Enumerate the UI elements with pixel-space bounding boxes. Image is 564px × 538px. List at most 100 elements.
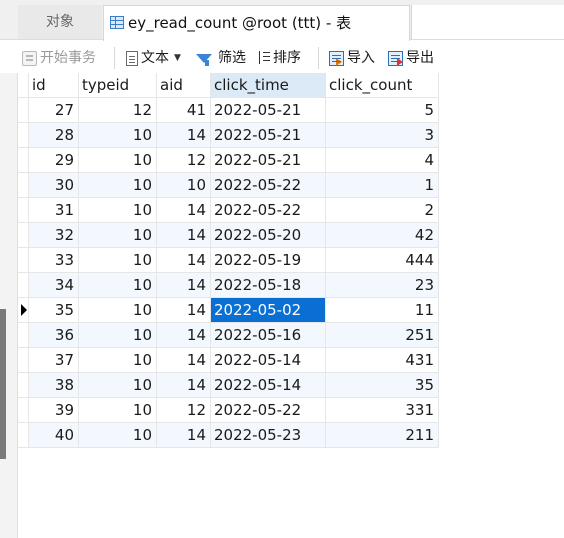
caret-down-icon[interactable]: ▼ — [174, 48, 181, 68]
table-row[interactable]: 38 10 14 2022-05-14 35 — [18, 373, 439, 398]
cell-id[interactable]: 27 — [29, 98, 79, 123]
row-indicator[interactable] — [18, 323, 29, 348]
cell-id[interactable]: 31 — [29, 198, 79, 223]
cell-id[interactable]: 30 — [29, 173, 79, 198]
cell-click-count[interactable]: 1 — [326, 173, 439, 198]
cell-id[interactable]: 35 — [29, 298, 79, 323]
cell-id[interactable]: 39 — [29, 398, 79, 423]
cell-click-count[interactable]: 211 — [326, 423, 439, 448]
current-row-arrow-icon[interactable] — [18, 298, 29, 323]
cell-click-count[interactable]: 4 — [326, 148, 439, 173]
row-indicator[interactable] — [18, 273, 29, 298]
row-indicator[interactable] — [18, 248, 29, 273]
cell-id[interactable]: 33 — [29, 248, 79, 273]
begin-transaction-button[interactable]: 开始事务 — [22, 48, 96, 68]
table-row[interactable]: 40 10 14 2022-05-23 211 — [18, 423, 439, 448]
text-button[interactable]: 文本 ▼ — [126, 48, 181, 68]
cell-aid[interactable]: 14 — [157, 198, 211, 223]
column-header-click-time[interactable]: click_time — [211, 73, 326, 98]
row-indicator[interactable] — [18, 348, 29, 373]
cell-aid[interactable]: 14 — [157, 348, 211, 373]
table-row[interactable]: 39 10 12 2022-05-22 331 — [18, 398, 439, 423]
cell-aid[interactable]: 12 — [157, 398, 211, 423]
cell-click-count[interactable]: 431 — [326, 348, 439, 373]
cell-id[interactable]: 29 — [29, 148, 79, 173]
table-row[interactable]: 30 10 10 2022-05-22 1 — [18, 173, 439, 198]
tab-objects[interactable]: 对象 — [18, 5, 102, 39]
cell-click-count[interactable]: 444 — [326, 248, 439, 273]
cell-typeid[interactable]: 10 — [79, 248, 157, 273]
cell-typeid[interactable]: 10 — [79, 348, 157, 373]
cell-id[interactable]: 32 — [29, 223, 79, 248]
cell-typeid[interactable]: 10 — [79, 198, 157, 223]
cell-click-count[interactable]: 11 — [326, 298, 439, 323]
table-row[interactable]: 31 10 14 2022-05-22 2 — [18, 198, 439, 223]
cell-typeid[interactable]: 10 — [79, 298, 157, 323]
cell-aid[interactable]: 41 — [157, 98, 211, 123]
cell-typeid[interactable]: 10 — [79, 223, 157, 248]
cell-typeid[interactable]: 10 — [79, 398, 157, 423]
filter-button[interactable]: 筛选 — [196, 48, 246, 68]
column-header-click-count[interactable]: click_count — [326, 73, 439, 98]
cell-aid[interactable]: 14 — [157, 248, 211, 273]
row-indicator[interactable] — [18, 123, 29, 148]
cell-click-time[interactable]: 2022-05-22 — [211, 198, 326, 223]
cell-aid[interactable]: 12 — [157, 148, 211, 173]
table-row[interactable]: 27 12 41 2022-05-21 5 — [18, 98, 439, 123]
cell-typeid[interactable]: 10 — [79, 173, 157, 198]
cell-click-count[interactable]: 35 — [326, 373, 439, 398]
cell-aid[interactable]: 14 — [157, 223, 211, 248]
row-indicator[interactable] — [18, 148, 29, 173]
tab-table-ey-read-count[interactable]: ey_read_count @root (ttt) - 表 — [103, 5, 410, 41]
table-row[interactable]: 33 10 14 2022-05-19 444 — [18, 248, 439, 273]
cell-click-time[interactable]: 2022-05-21 — [211, 123, 326, 148]
cell-click-count[interactable]: 251 — [326, 323, 439, 348]
cell-aid[interactable]: 14 — [157, 373, 211, 398]
cell-id[interactable]: 28 — [29, 123, 79, 148]
cell-aid[interactable]: 10 — [157, 173, 211, 198]
cell-click-count[interactable]: 331 — [326, 398, 439, 423]
cell-click-time[interactable]: 2022-05-14 — [211, 373, 326, 398]
cell-typeid[interactable]: 10 — [79, 423, 157, 448]
cell-click-time[interactable]: 2022-05-02 — [211, 298, 326, 323]
cell-typeid[interactable]: 10 — [79, 123, 157, 148]
row-indicator[interactable] — [18, 173, 29, 198]
cell-typeid[interactable]: 12 — [79, 98, 157, 123]
column-header-typeid[interactable]: typeid — [79, 73, 157, 98]
cell-typeid[interactable]: 10 — [79, 323, 157, 348]
row-indicator[interactable] — [18, 373, 29, 398]
cell-aid[interactable]: 14 — [157, 423, 211, 448]
table-row[interactable]: 32 10 14 2022-05-20 42 — [18, 223, 439, 248]
row-indicator[interactable] — [18, 398, 29, 423]
export-button[interactable]: 导出 — [388, 48, 434, 68]
cell-click-time[interactable]: 2022-05-21 — [211, 98, 326, 123]
cell-aid[interactable]: 14 — [157, 123, 211, 148]
cell-click-time[interactable]: 2022-05-14 — [211, 348, 326, 373]
cell-click-time[interactable]: 2022-05-23 — [211, 423, 326, 448]
cell-click-time[interactable]: 2022-05-20 — [211, 223, 326, 248]
row-indicator[interactable] — [18, 98, 29, 123]
cell-click-count[interactable]: 5 — [326, 98, 439, 123]
cell-click-time[interactable]: 2022-05-18 — [211, 273, 326, 298]
cell-id[interactable]: 37 — [29, 348, 79, 373]
row-indicator[interactable] — [18, 223, 29, 248]
cell-id[interactable]: 40 — [29, 423, 79, 448]
cell-id[interactable]: 38 — [29, 373, 79, 398]
table-row[interactable]: 37 10 14 2022-05-14 431 — [18, 348, 439, 373]
row-indicator[interactable] — [18, 423, 29, 448]
row-indicator[interactable] — [18, 198, 29, 223]
cell-aid[interactable]: 14 — [157, 323, 211, 348]
table-row[interactable]: 35 10 14 2022-05-02 11 — [18, 298, 439, 323]
column-header-aid[interactable]: aid — [157, 73, 211, 98]
cell-typeid[interactable]: 10 — [79, 373, 157, 398]
scrollbar-thumb[interactable] — [0, 309, 6, 459]
cell-click-time[interactable]: 2022-05-19 — [211, 248, 326, 273]
table-row[interactable]: 29 10 12 2022-05-21 4 — [18, 148, 439, 173]
cell-aid[interactable]: 14 — [157, 298, 211, 323]
column-header-id[interactable]: id — [29, 73, 79, 98]
cell-click-count[interactable]: 3 — [326, 123, 439, 148]
cell-click-time[interactable]: 2022-05-22 — [211, 398, 326, 423]
cell-id[interactable]: 34 — [29, 273, 79, 298]
table-row[interactable]: 36 10 14 2022-05-16 251 — [18, 323, 439, 348]
import-button[interactable]: 导入 — [329, 48, 375, 68]
